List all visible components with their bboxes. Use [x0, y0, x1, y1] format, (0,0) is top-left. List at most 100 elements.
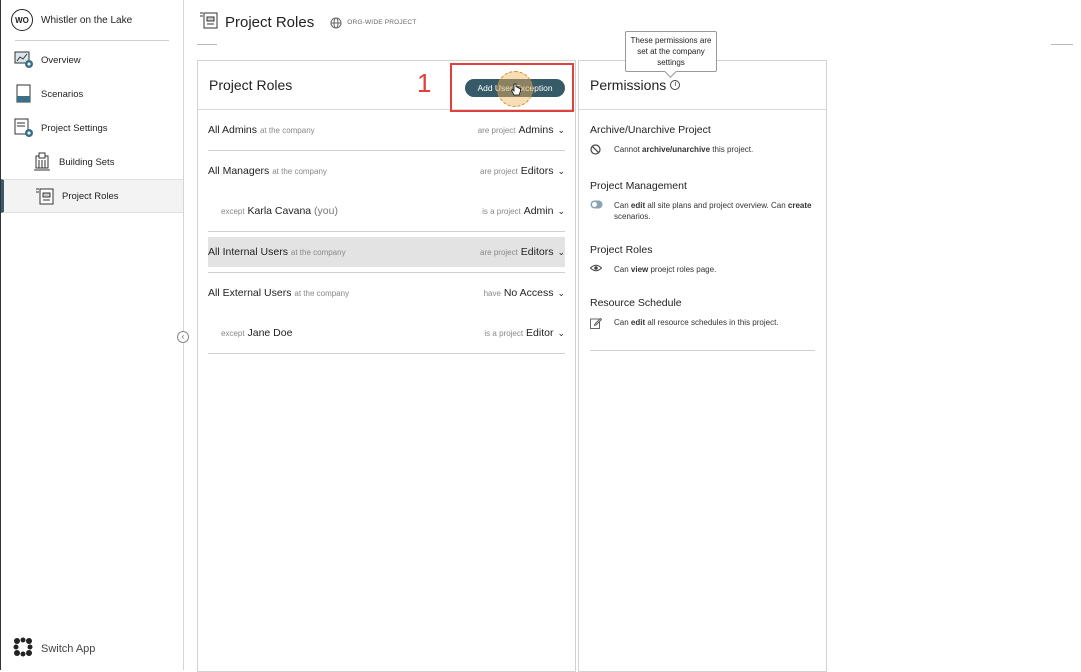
- permissions-panel: Permissions i Archive/Unarchive Project …: [578, 60, 827, 672]
- project-roles-icon: [34, 185, 56, 207]
- sidebar-item-label: Scenarios: [41, 88, 84, 100]
- toggle-icon: [590, 200, 614, 222]
- role-select[interactable]: are project Editors ⌄: [480, 246, 565, 258]
- app-window: WO Whistler on the Lake Overview Scenari…: [0, 0, 1081, 672]
- roles-panel-title: Project Roles: [209, 77, 293, 93]
- role-value: Editors: [520, 246, 554, 258]
- perm-item: Can edit all site plans and project over…: [590, 200, 815, 222]
- perm-section-archive: Archive/Unarchive Project Cannot archive…: [579, 124, 826, 158]
- perm-description: Can edit all site plans and project over…: [614, 200, 815, 222]
- project-settings-icon: [13, 117, 35, 139]
- perm-item: Can view proejct roles page.: [589, 264, 815, 275]
- role-value: Editor: [526, 327, 554, 339]
- role-select[interactable]: is a project Admin ⌄: [482, 205, 565, 217]
- sidebar-item-project-settings[interactable]: Project Settings: [1, 111, 183, 145]
- role-group-label: All External Users at the company: [208, 287, 349, 299]
- perm-description: Can view proejct roles page.: [614, 264, 716, 275]
- sidebar-item-building-sets[interactable]: Building Sets: [1, 145, 183, 179]
- perm-section-resource-schedule: Resource Schedule Can edit all resource …: [579, 297, 826, 332]
- chevron-down-icon: ⌄: [557, 165, 565, 176]
- permissions-divider: [590, 350, 815, 351]
- exception-user: Karla Cavana: [247, 205, 312, 217]
- edit-icon: [590, 317, 614, 332]
- role-select[interactable]: are project Admins ⌄: [478, 124, 565, 136]
- role-group-external-users: All External Users at the company have N…: [208, 273, 565, 354]
- sidebar-item-scenarios[interactable]: Scenarios: [1, 77, 183, 111]
- role-group-label: All Managers at the company: [208, 165, 327, 177]
- sidebar-item-label: Project Roles: [62, 190, 119, 202]
- role-row: All External Users at the company have N…: [208, 273, 565, 313]
- info-icon[interactable]: i: [670, 80, 681, 90]
- perm-text: this project.: [710, 145, 754, 154]
- sidebar-item-overview[interactable]: Overview: [1, 43, 183, 77]
- sidebar-divider: [15, 40, 169, 41]
- roles-panel: Project Roles Add User Exception All Adm…: [197, 60, 576, 672]
- collapse-sidebar-button[interactable]: ‹: [177, 331, 189, 343]
- org-wide-badge-label: ORG-WIDE PROJECT: [347, 19, 417, 26]
- annotation-step-number: 1: [417, 68, 432, 98]
- exception-user: Jane Doe: [247, 327, 293, 339]
- role-value: Admin: [523, 205, 554, 217]
- header-divider: [197, 44, 217, 45]
- project-header[interactable]: WO Whistler on the Lake: [1, 0, 183, 40]
- role-group-label: All Internal Users at the company: [208, 246, 346, 258]
- perm-heading: Project Management: [590, 180, 687, 192]
- role-select[interactable]: is a project Editor ⌄: [484, 327, 565, 339]
- sidebar-item-project-roles[interactable]: Project Roles: [1, 179, 183, 213]
- perm-text: Cannot: [614, 145, 643, 154]
- sidebar-item-label: Project Settings: [41, 122, 108, 134]
- project-roles-icon: [199, 10, 219, 35]
- role-group-managers: All Managers at the company are project …: [208, 151, 565, 232]
- perm-bold: view: [630, 265, 649, 274]
- group-name: All External Users: [208, 287, 292, 299]
- exception-row: except Karla Cavana (you) is a project A…: [208, 191, 565, 231]
- perm-bold: create: [787, 201, 812, 210]
- permissions-panel-title: Permissions: [590, 77, 667, 93]
- perm-bold: edit: [630, 201, 646, 210]
- exception-label: except Jane Doe: [221, 327, 292, 339]
- role-value: Editors: [520, 165, 554, 177]
- prohibited-icon: [590, 144, 614, 158]
- building-sets-icon: [31, 151, 53, 173]
- perm-text: Can: [614, 318, 631, 327]
- chevron-down-icon: ⌄: [557, 205, 565, 216]
- role-select[interactable]: have No Access ⌄: [484, 287, 565, 299]
- page-title: Project Roles: [225, 14, 315, 31]
- group-scope: at the company: [294, 289, 350, 298]
- role-select[interactable]: are project Editors ⌄: [480, 165, 565, 177]
- perm-bold: archive/unarchive: [642, 145, 711, 154]
- group-scope: at the company: [272, 167, 327, 176]
- sidebar-item-label: Building Sets: [59, 156, 115, 168]
- role-row: All Managers at the company are project …: [208, 151, 565, 191]
- group-name: All Internal Users: [208, 246, 288, 258]
- role-verb: have: [483, 288, 501, 298]
- perm-text: all site plans and project overview. Can: [645, 201, 788, 210]
- permissions-tooltip: These permissions are set at the company…: [625, 31, 717, 72]
- exception-prefix: except: [221, 207, 245, 216]
- perm-item: Can edit all resource schedules in this …: [590, 317, 815, 332]
- chevron-down-icon: ⌄: [557, 287, 565, 298]
- chevron-down-icon: ⌄: [557, 246, 565, 257]
- sidebar-item-label: Overview: [41, 54, 81, 66]
- role-group-admins: All Admins at the company are project Ad…: [208, 110, 565, 151]
- role-verb: is a project: [482, 206, 521, 216]
- scenarios-icon: [13, 83, 35, 105]
- project-avatar: WO: [11, 9, 33, 31]
- switch-app-button[interactable]: Switch App: [13, 637, 95, 660]
- group-name: All Managers: [208, 165, 270, 177]
- perm-description: Cannot archive/unarchive this project.: [614, 144, 753, 158]
- app-grid-icon: [13, 637, 33, 660]
- exception-suffix: (you): [314, 205, 338, 217]
- exception-prefix: except: [221, 329, 245, 338]
- exception-row: except Jane Doe is a project Editor ⌄: [208, 313, 565, 353]
- group-name: All Admins: [208, 124, 258, 136]
- perm-text: all resource schedules in this project.: [645, 318, 779, 327]
- role-row[interactable]: All Internal Users at the company are pr…: [208, 237, 565, 267]
- perm-section-project-management: Project Management Can edit all site pla…: [579, 180, 826, 222]
- role-verb: are project: [480, 166, 518, 176]
- role-verb: are project: [477, 125, 516, 135]
- chevron-down-icon: ⌄: [557, 327, 565, 338]
- role-group-internal-users: All Internal Users at the company are pr…: [208, 237, 565, 273]
- group-scope: at the company: [290, 248, 346, 257]
- perm-bold: edit: [630, 318, 646, 327]
